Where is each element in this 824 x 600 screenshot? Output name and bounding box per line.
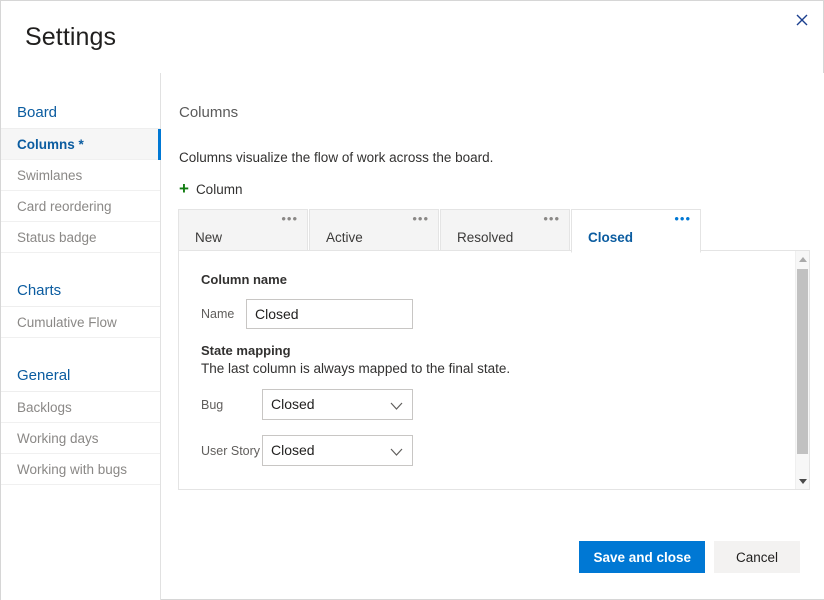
plus-icon: + <box>179 179 189 198</box>
user-story-label: User Story <box>201 443 261 458</box>
sidebar-item-label: Cumulative Flow <box>17 315 117 330</box>
scroll-up-arrow-icon[interactable] <box>796 251 809 267</box>
bug-state-value: Closed <box>262 389 413 420</box>
sidebar-item-label: Working with bugs <box>17 462 128 477</box>
sidebar-item-backlogs[interactable]: Backlogs <box>1 392 160 423</box>
settings-sidebar: Board Columns * Swimlanes Card reorderin… <box>1 73 161 600</box>
sidebar-divider-general <box>1 338 160 360</box>
sidebar-group-board: Board <box>1 97 160 129</box>
ellipsis-icon[interactable]: ••• <box>412 212 429 226</box>
add-column-label: Column <box>195 182 243 197</box>
sidebar-item-working-with-bugs[interactable]: Working with bugs <box>1 454 160 485</box>
panel-scrollbar[interactable] <box>795 251 809 489</box>
close-icon[interactable] <box>785 5 819 35</box>
state-mapping-note: The last column is always mapped to the … <box>201 361 511 376</box>
sidebar-item-label: Swimlanes <box>17 168 83 183</box>
ellipsis-icon[interactable]: ••• <box>543 212 560 226</box>
sidebar-item-label: Card reordering <box>17 199 112 214</box>
column-detail-panel: Column name Name State mapping The last … <box>178 250 810 490</box>
cancel-button[interactable]: Cancel <box>714 541 800 573</box>
dialog-header: Settings <box>1 1 824 73</box>
state-mapping-heading: State mapping <box>201 343 291 358</box>
sidebar-item-card-reordering[interactable]: Card reordering <box>1 191 160 222</box>
sidebar-item-columns[interactable]: Columns * <box>1 129 161 160</box>
tab-resolved[interactable]: ••• Resolved <box>440 209 570 253</box>
page-title: Settings <box>25 23 117 51</box>
name-label: Name <box>201 307 235 321</box>
tab-new[interactable]: ••• New <box>178 209 308 253</box>
tab-active[interactable]: ••• Active <box>309 209 439 253</box>
tab-label: New <box>195 230 223 245</box>
tab-label: Resolved <box>457 230 514 245</box>
sidebar-item-label: Working days <box>17 431 99 446</box>
sidebar-item-label: Status badge <box>17 230 97 245</box>
scrollbar-thumb[interactable] <box>797 269 808 454</box>
sidebar-item-status-badge[interactable]: Status badge <box>1 222 160 253</box>
user-story-state-value: Closed <box>262 435 413 466</box>
user-story-state-select[interactable]: Closed <box>262 435 413 466</box>
ellipsis-icon[interactable]: ••• <box>674 212 691 226</box>
dialog-footer: Save and close Cancel <box>162 523 824 599</box>
main-content: Columns Columns visualize the flow of wo… <box>162 73 824 525</box>
tab-closed[interactable]: ••• Closed <box>571 209 701 253</box>
add-column-button[interactable]: + Column <box>179 179 243 198</box>
column-name-heading: Column name <box>201 272 287 287</box>
bug-state-select[interactable]: Closed <box>262 389 413 420</box>
tab-label: Active <box>326 230 363 245</box>
sidebar-item-working-days[interactable]: Working days <box>1 423 160 454</box>
ellipsis-icon[interactable]: ••• <box>281 212 298 226</box>
sidebar-item-label: Backlogs <box>17 400 72 415</box>
sidebar-item-label: Columns * <box>17 137 84 152</box>
scroll-down-arrow-icon[interactable] <box>796 473 809 489</box>
sidebar-group-charts: Charts <box>1 275 160 307</box>
bug-label: Bug <box>201 397 224 412</box>
column-tab-strip: ••• New ••• Active ••• Resolved ••• Clos… <box>178 209 701 253</box>
name-input[interactable] <box>246 299 413 329</box>
sidebar-divider-charts <box>1 253 160 275</box>
name-field-row: Name <box>201 299 413 329</box>
settings-dialog: Settings Board Columns * Swimlanes Card … <box>0 0 824 600</box>
sidebar-group-general: General <box>1 360 160 392</box>
tab-label: Closed <box>588 230 634 245</box>
sidebar-item-swimlanes[interactable]: Swimlanes <box>1 160 160 191</box>
section-description: Columns visualize the flow of work acros… <box>179 150 494 165</box>
section-title: Columns <box>179 104 239 121</box>
bug-mapping-row: Bug Closed <box>201 389 413 420</box>
user-story-mapping-row: User Story Closed <box>201 435 413 466</box>
sidebar-item-cumulative-flow[interactable]: Cumulative Flow <box>1 307 160 338</box>
save-and-close-button[interactable]: Save and close <box>579 541 705 573</box>
column-detail-form: Column name Name State mapping The last … <box>179 251 797 489</box>
